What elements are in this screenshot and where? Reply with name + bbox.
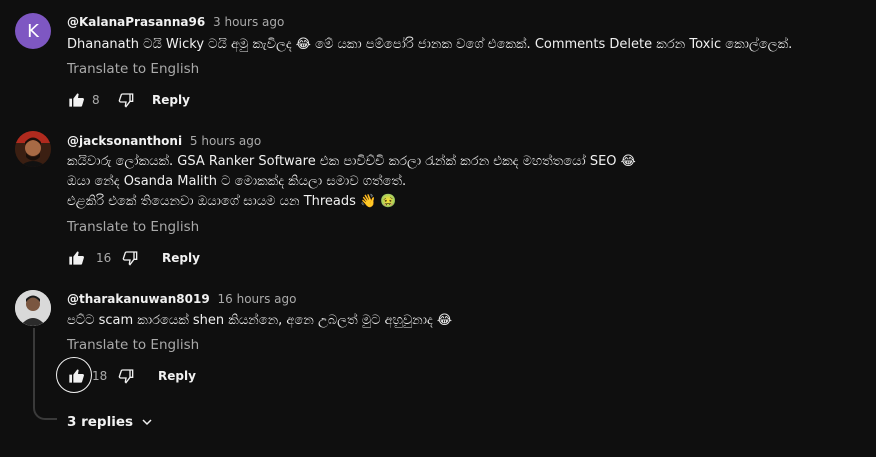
- author-name[interactable]: @KalanaPrasanna96: [67, 15, 205, 29]
- thumbs-down-icon: [118, 369, 134, 384]
- translate-button[interactable]: Translate to English: [67, 61, 199, 77]
- comment-line: එළකිරි එකේ තියෙනවා ඔයාගේ සායම යන Threads…: [67, 194, 397, 209]
- comment-header: @KalanaPrasanna96 3 hours ago: [67, 15, 284, 29]
- view-replies-button[interactable]: 3 replies: [67, 414, 153, 430]
- comment-header: @jacksonanthoni 5 hours ago: [67, 134, 261, 148]
- comment-header: @tharakanuwan8019 16 hours ago: [67, 292, 296, 306]
- chevron-down-icon: [142, 419, 152, 426]
- comment-actions: 16 Reply: [66, 248, 200, 268]
- reply-button[interactable]: Reply: [152, 93, 190, 107]
- comment-time[interactable]: 3 hours ago: [213, 15, 284, 29]
- dislike-button[interactable]: [116, 366, 136, 386]
- reply-button[interactable]: Reply: [162, 251, 200, 265]
- comment-line: පට්ට scam කාරයෙක් shen කියන්නෙ, අනෙ උබලත…: [67, 313, 453, 328]
- like-count: 18: [92, 369, 108, 383]
- comment-time[interactable]: 16 hours ago: [218, 292, 297, 306]
- like-button[interactable]: [66, 248, 86, 268]
- replies-label: 3 replies: [67, 414, 134, 430]
- comment-text: Dhananath ටයි Wicky ටයි අමු කැවිලද 😂 මේ …: [67, 35, 792, 55]
- like-button[interactable]: [66, 366, 86, 386]
- comment-line: Dhananath ටයි Wicky ටයි අමු කැවිලද 😂 මේ …: [67, 37, 793, 52]
- thread-connector-line: [33, 328, 57, 420]
- avatar[interactable]: K: [15, 13, 51, 49]
- thumbs-up-icon: [69, 93, 84, 107]
- reply-button[interactable]: Reply: [158, 369, 196, 383]
- avatar-photo-icon: [15, 131, 51, 167]
- author-name[interactable]: @tharakanuwan8019: [67, 292, 210, 306]
- like-button[interactable]: [66, 90, 86, 110]
- translate-button[interactable]: Translate to English: [67, 337, 199, 353]
- thumbs-up-icon: [69, 251, 84, 265]
- comment-actions: 8 Reply: [66, 90, 190, 110]
- avatar[interactable]: [15, 131, 51, 167]
- thumbs-up-icon: [69, 369, 84, 383]
- translate-button[interactable]: Translate to English: [67, 219, 199, 235]
- author-name[interactable]: @jacksonanthoni: [67, 134, 182, 148]
- like-count: 8: [92, 93, 100, 107]
- thumbs-down-icon: [118, 93, 134, 108]
- comment-line: කයිවාරු ලෝකයක්. GSA Ranker Software එක ප…: [67, 154, 636, 169]
- comment-actions: 18 Reply: [66, 366, 196, 386]
- comment-text: කයිවාරු ලෝකයක්. GSA Ranker Software එක ප…: [67, 152, 636, 212]
- comment-time[interactable]: 5 hours ago: [190, 134, 261, 148]
- comment-line: ඔයා නේද Osanda Malith ට මොකක්ද කියලා සමා…: [67, 174, 407, 189]
- dislike-button[interactable]: [116, 90, 136, 110]
- avatar-photo-icon: [15, 290, 51, 326]
- comment-text: පට්ට scam කාරයෙක් shen කියන්නෙ, අනෙ උබලත…: [67, 311, 452, 331]
- like-count: 16: [96, 251, 112, 265]
- dislike-button[interactable]: [120, 248, 140, 268]
- thumbs-down-icon: [122, 251, 138, 266]
- avatar[interactable]: [15, 290, 51, 326]
